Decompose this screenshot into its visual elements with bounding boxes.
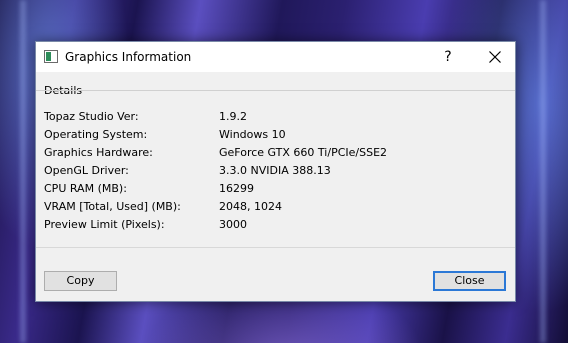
detail-key: Preview Limit (Pixels): bbox=[44, 218, 165, 231]
detail-key: Topaz Studio Ver: bbox=[44, 110, 139, 123]
app-window-icon bbox=[44, 50, 58, 63]
wallpaper-streak bbox=[20, 0, 26, 343]
title-bar[interactable]: Graphics Information ? bbox=[36, 42, 515, 72]
detail-value: 3000 bbox=[219, 218, 247, 231]
close-window-button[interactable] bbox=[480, 46, 510, 68]
copy-button[interactable]: Copy bbox=[44, 271, 117, 291]
window-title: Graphics Information bbox=[65, 50, 192, 64]
detail-value: 2048, 1024 bbox=[219, 200, 282, 213]
detail-key: Graphics Hardware: bbox=[44, 146, 153, 159]
detail-key: VRAM [Total, Used] (MB): bbox=[44, 200, 181, 213]
detail-value: 3.3.0 NVIDIA 388.13 bbox=[219, 164, 331, 177]
graphics-info-dialog: Graphics Information ? Details Topaz Stu… bbox=[35, 41, 516, 302]
help-button[interactable]: ? bbox=[434, 46, 462, 68]
button-area-separator bbox=[36, 247, 515, 248]
detail-key: OpenGL Driver: bbox=[44, 164, 129, 177]
wallpaper-streak bbox=[540, 0, 546, 343]
close-icon bbox=[489, 51, 501, 63]
detail-value: 1.9.2 bbox=[219, 110, 247, 123]
detail-value: Windows 10 bbox=[219, 128, 286, 141]
detail-value: 16299 bbox=[219, 182, 254, 195]
details-divider bbox=[36, 90, 515, 91]
detail-key: Operating System: bbox=[44, 128, 148, 141]
detail-value: GeForce GTX 660 Ti/PCIe/SSE2 bbox=[219, 146, 388, 159]
close-button[interactable]: Close bbox=[433, 271, 506, 291]
detail-key: CPU RAM (MB): bbox=[44, 182, 127, 195]
